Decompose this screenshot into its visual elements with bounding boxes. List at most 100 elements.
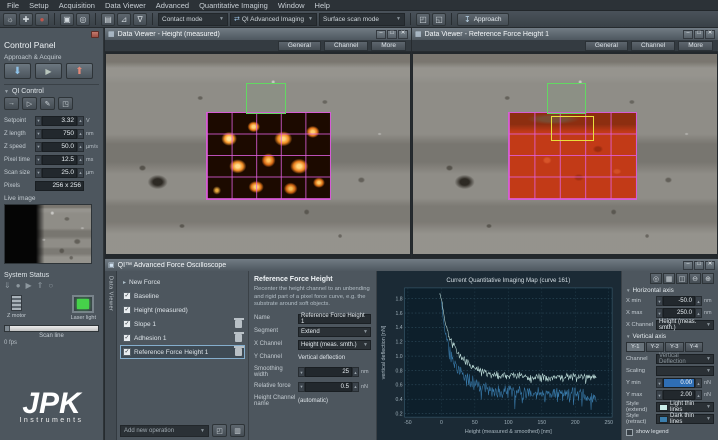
scan-line-progressbar[interactable] (4, 325, 99, 332)
operation-enabled-checkbox[interactable]: ✓ (123, 306, 131, 314)
export-window-button[interactable]: ◳ (58, 97, 73, 110)
x-max-input[interactable]: 250.0 (663, 308, 695, 318)
scan-region-rectangle[interactable] (246, 83, 286, 114)
cantilever-tip-button[interactable]: ∇ (133, 13, 147, 26)
magnifier-button[interactable]: ◎ (76, 13, 90, 26)
spin-up-button[interactable]: ▲ (77, 129, 84, 139)
camera-view-button[interactable]: ◰ (416, 13, 430, 26)
viewer-tab-more[interactable]: More (678, 41, 713, 51)
spin-up-button[interactable]: ▲ (77, 142, 84, 152)
panels-button[interactable]: ◫ (676, 273, 688, 284)
smoothing-width-input[interactable]: 25 (305, 367, 352, 377)
viewer-titlebar[interactable]: ▦ Data Viewer - Height (measured) –□✕ (105, 28, 411, 40)
name-input[interactable]: Reference Force Height 1 (298, 314, 371, 324)
spin-down-button[interactable]: ▼ (35, 155, 42, 165)
menu-acquisition[interactable]: Acquisition (54, 0, 100, 11)
spin-down-button[interactable]: ▼ (656, 390, 663, 400)
spin-down-button[interactable]: ▼ (298, 382, 305, 392)
zoom-in-button[interactable]: ⊕ (702, 273, 714, 284)
menu-setup[interactable]: Setup (24, 0, 54, 11)
menu-window[interactable]: Window (273, 0, 310, 11)
menu-quantitative-imaging[interactable]: Quantitative Imaging (194, 0, 273, 11)
approach-down-button[interactable]: ⬇ (4, 63, 31, 79)
menu-file[interactable]: File (2, 0, 24, 11)
y-axis-tab-y-1[interactable]: Y-1 (626, 342, 645, 352)
maximize-button[interactable]: □ (387, 30, 397, 39)
mode-select-qi[interactable]: ⇄ QI Advanced Imaging ▼ (230, 13, 317, 26)
operation-enabled-checkbox[interactable]: ✓ (123, 320, 131, 328)
viewer-canvas[interactable] (412, 52, 718, 258)
run-button[interactable]: ▶ (35, 63, 62, 79)
collapse-arrow-icon[interactable]: ▼ (4, 89, 9, 95)
operation-enabled-checkbox[interactable]: ✓ (123, 334, 131, 342)
operation-height-measured[interactable]: ✓Height (measured) (120, 303, 245, 317)
operation-adhesion-1[interactable]: ✓Adhesion 1 (120, 331, 245, 345)
viewer-titlebar[interactable]: ▦ Data Viewer - Reference Force Height 1… (412, 28, 718, 40)
menu-advanced[interactable]: Advanced (151, 0, 194, 11)
image-tool-button[interactable]: ▣ (60, 13, 74, 26)
oscilloscope-side-tab[interactable]: Data Viewer (105, 271, 117, 440)
spin-down-button[interactable]: ▼ (35, 142, 42, 152)
viewer-tab-more[interactable]: More (371, 41, 406, 51)
add-operation-select[interactable]: Add new operation ▼ (120, 425, 209, 437)
close-button[interactable]: ✕ (705, 30, 715, 39)
x-channel-axis-select[interactable]: Height (meas. smth.)▼ (656, 320, 714, 330)
pixels-input[interactable]: 256 x 256 (35, 181, 84, 191)
delete-operation-icon[interactable] (235, 334, 242, 342)
x-min-input[interactable]: -50.0 (663, 296, 695, 306)
viewer-canvas[interactable] (105, 52, 411, 258)
operation-enabled-checkbox[interactable]: ✓ (123, 348, 131, 356)
segment-select[interactable]: Extend▼ (298, 327, 371, 337)
oscilloscope-titlebar[interactable]: ▣ QI™ Advanced Force Oscilloscope –□✕ (105, 259, 718, 271)
collapse-arrow-icon[interactable]: ▼ (626, 288, 630, 293)
operation-enabled-checkbox[interactable]: ✓ (123, 292, 131, 300)
cantilever-button[interactable]: ⊿ (117, 13, 131, 26)
maximize-button[interactable]: □ (694, 30, 704, 39)
spin-up-button[interactable]: ▲ (77, 155, 84, 165)
viewer-tab-general[interactable]: General (585, 41, 628, 51)
approach-button[interactable]: ↧ Approach (457, 13, 509, 26)
operation-slope-1[interactable]: ✓Slope 1 (120, 317, 245, 331)
panel-pin-button[interactable] (91, 31, 99, 38)
selected-cell-rectangle[interactable] (551, 116, 594, 141)
retract-up-button[interactable]: ⬆ (66, 63, 93, 79)
z-speed-input[interactable]: 50.0 (42, 142, 77, 152)
operation-new-force[interactable]: ▸New Force (120, 275, 245, 289)
force-curve-chart[interactable]: 0.20.40.60.81.01.21.41.61.8-500501001502… (377, 271, 622, 440)
spin-down-button[interactable]: ▼ (656, 378, 663, 388)
chart-button[interactable]: ▥ (230, 424, 245, 437)
y-max-input[interactable]: 2.00 (663, 390, 695, 400)
y-axis-tab-y-2[interactable]: Y-2 (646, 342, 665, 352)
move-tool-button[interactable]: ✚ (19, 13, 33, 26)
menu-help[interactable]: Help (310, 0, 335, 11)
zoom-fit-button[interactable]: ▦ (663, 273, 675, 284)
maximize-button[interactable]: □ (694, 261, 704, 270)
spin-up-button[interactable]: ▲ (352, 382, 359, 392)
minimize-button[interactable]: – (683, 30, 693, 39)
delete-operation-icon[interactable] (235, 320, 242, 328)
spin-down-button[interactable]: ▼ (656, 308, 663, 318)
spin-up-button[interactable]: ▲ (695, 378, 702, 388)
z-length-input[interactable]: 750 (42, 129, 77, 139)
minimize-button[interactable]: – (376, 30, 386, 39)
y-axis-tab-y-3[interactable]: Y-3 (665, 342, 684, 352)
settings-gear-button[interactable]: ☼ (3, 13, 17, 26)
mode-select-surface[interactable]: Surface scan mode ▼ (319, 13, 405, 26)
scan-region-rectangle[interactable] (547, 83, 587, 114)
zoom-out-button[interactable]: ⊖ (689, 273, 701, 284)
search-button[interactable]: ◎ (650, 273, 662, 284)
delete-operation-icon[interactable] (235, 348, 242, 356)
y-min-input[interactable]: 0.00 (663, 378, 695, 388)
y-channel-select[interactable]: Vertical Deflection▼ (656, 354, 714, 364)
viewer-tab-general[interactable]: General (278, 41, 321, 51)
viewer-tab-channel[interactable]: Channel (631, 41, 675, 51)
viewer-tab-channel[interactable]: Channel (324, 41, 368, 51)
operation-reference-force-height-1[interactable]: ✓Reference Force Height 1 (120, 345, 245, 359)
record-dot-button[interactable]: ● (35, 13, 49, 26)
run-segment-button[interactable]: ▷ (22, 97, 37, 110)
mode-select-contact[interactable]: Contact mode ▼ (158, 13, 228, 26)
camera-button[interactable]: ▤ (101, 13, 115, 26)
x-channel-select[interactable]: Height (meas. smth.)▼ (298, 340, 371, 350)
relative-force-input[interactable]: 0.5 (305, 382, 352, 392)
menu-data-viewer[interactable]: Data Viewer (100, 0, 151, 11)
